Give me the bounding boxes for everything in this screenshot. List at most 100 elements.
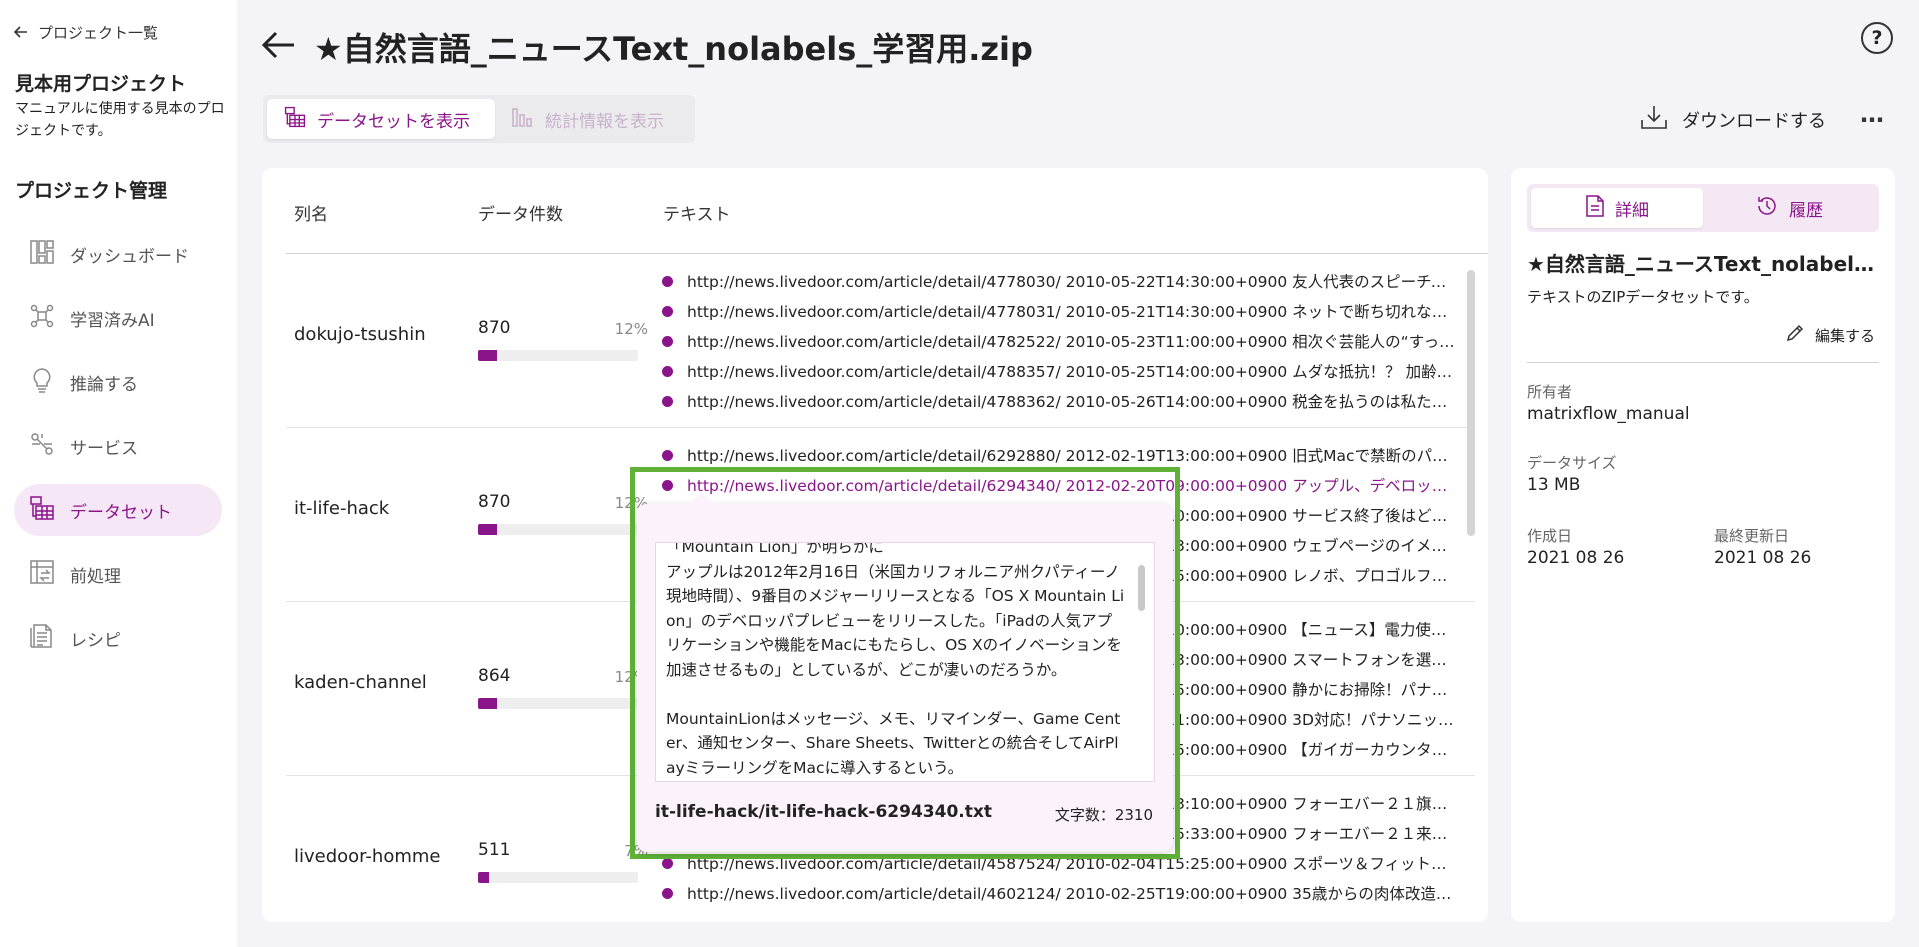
document-icon [1585, 194, 1605, 223]
text-sample-item[interactable]: http://news.livedoor.com/article/detail/… [660, 878, 1460, 908]
row-count: 511 [478, 840, 511, 860]
text-sample: http://news.livedoor.com/article/detail/… [687, 273, 1460, 291]
created-date-value: 2021 08 26 [1527, 548, 1625, 568]
updated-date-value: 2021 08 26 [1714, 548, 1812, 568]
count-bar-fill [478, 872, 490, 883]
row-name: it-life-hack [294, 498, 390, 519]
dashboard-icon [28, 238, 56, 271]
bar-chart-icon [511, 105, 535, 134]
tab-history[interactable]: 履歴 [1703, 188, 1875, 228]
project-management-title: プロジェクト管理 [15, 180, 168, 202]
row-count: 870 [478, 492, 511, 512]
bullet-icon [662, 335, 673, 347]
owner-value: matrixflow_manual [1527, 404, 1690, 424]
sidebar-item-preprocess[interactable]: 前処理 [14, 548, 222, 600]
edit-label: 編集する [1814, 326, 1875, 345]
owner-label: 所有者 [1527, 383, 1573, 401]
show-stats-label: 統計情報を表示 [545, 111, 664, 132]
row-count: 864 [478, 666, 511, 686]
data-size-label: データサイズ [1527, 454, 1617, 472]
history-icon [1755, 194, 1779, 223]
text-sample-item[interactable]: http://news.livedoor.com/article/detail/… [660, 440, 1460, 470]
row-name: kaden-channel [294, 672, 427, 693]
text-sample: http://news.livedoor.com/article/detail/… [687, 447, 1460, 465]
data-size-value: 13 MB [1527, 475, 1581, 495]
sidebar-item-recipe[interactable]: レシピ [14, 612, 222, 664]
service-icon [28, 430, 56, 463]
view-toggle: データセットを表示 統計情報を表示 [263, 95, 695, 143]
bullet-icon [662, 887, 673, 899]
arrow-left-icon [13, 24, 28, 42]
sidebar-item-label: 前処理 [70, 566, 121, 587]
count-bar-fill [478, 698, 498, 709]
bullet-icon [662, 275, 673, 287]
sidebar-item-service[interactable]: サービス [14, 420, 222, 472]
text-sample-item[interactable]: http://news.livedoor.com/article/detail/… [660, 326, 1460, 356]
divider [1527, 362, 1879, 363]
dataset-description: テキストのZIPデータセットです。 [1527, 288, 1759, 306]
download-button[interactable]: ダウンロードする [1640, 104, 1826, 135]
show-stats-button[interactable]: 統計情報を表示 [495, 99, 691, 139]
show-dataset-label: データセットを表示 [317, 111, 470, 132]
popup-file-name: it-life-hack/it-life-hack-6294340.txt [655, 802, 992, 822]
dataset-icon [283, 105, 307, 134]
dataset-name: ★自然言語_ニュースText_nolabels_学習用.zip [1527, 252, 1877, 276]
bullet-icon [662, 449, 673, 461]
preprocess-icon [28, 558, 56, 591]
table-header: 列名 データ件数 テキスト [286, 168, 1488, 254]
row-name: dokujo-tsushin [294, 324, 426, 345]
count-bar-fill [478, 350, 498, 361]
column-header-text: テキスト [663, 205, 731, 225]
sidebar-item-label: サービス [70, 438, 138, 459]
show-dataset-button[interactable]: データセットを表示 [267, 99, 495, 139]
sidebar-item-label: ダッシュボード [70, 246, 189, 267]
page-header: ★自然言語_ニュースText_nolabels_学習用.zip [261, 24, 1033, 70]
text-sample-item[interactable]: http://news.livedoor.com/article/detail/… [660, 386, 1460, 416]
text-sample-item[interactable]: http://news.livedoor.com/article/detail/… [660, 296, 1460, 326]
more-options-icon[interactable]: … [1860, 100, 1885, 128]
back-link-label: プロジェクト一覧 [38, 24, 159, 42]
bullet-icon [662, 857, 673, 869]
sidebar-item-dataset[interactable]: データセット [14, 484, 222, 536]
table-scrollbar[interactable] [1467, 270, 1475, 536]
back-arrow-icon[interactable] [261, 31, 296, 63]
sidebar-item-trained-ai[interactable]: 学習済みAI [14, 292, 222, 344]
text-sample: http://news.livedoor.com/article/detail/… [687, 363, 1460, 381]
back-to-projects-link[interactable]: プロジェクト一覧 [13, 22, 159, 43]
project-name: 見本用プロジェクト [15, 73, 187, 95]
pencil-icon [1785, 323, 1805, 347]
lightbulb-icon [28, 366, 56, 399]
tab-history-label: 履歴 [1789, 200, 1823, 221]
count-bar [478, 872, 638, 883]
text-sample: http://news.livedoor.com/article/detail/… [687, 393, 1460, 411]
sidebar-item-label: 学習済みAI [70, 310, 155, 331]
download-icon [1640, 104, 1668, 135]
text-sample-item[interactable]: http://news.livedoor.com/article/detail/… [660, 356, 1460, 386]
sidebar-item-dashboard[interactable]: ダッシュボード [14, 228, 222, 280]
text-preview-popup: 「Mountain Lion」が明らかに アップルは2012年2月16日（米国カ… [637, 504, 1173, 852]
sidebar-item-label: レシピ [70, 630, 121, 651]
text-sample: http://news.livedoor.com/article/detail/… [687, 303, 1460, 321]
detail-tabs: 詳細 履歴 [1527, 184, 1879, 232]
sidebar: プロジェクト一覧 見本用プロジェクト マニュアルに使用する見本のプロジェクトです… [0, 0, 237, 947]
project-description: マニュアルに使用する見本のプロジェクトです。 [15, 101, 225, 139]
help-icon[interactable]: ? [1861, 22, 1893, 54]
count-bar-fill [478, 524, 498, 535]
tab-detail[interactable]: 詳細 [1531, 188, 1703, 228]
row-percent: 12% [614, 320, 648, 338]
text-list: http://news.livedoor.com/article/detail/… [660, 266, 1460, 416]
sidebar-item-inference[interactable]: 推論する [14, 356, 222, 408]
text-sample-item[interactable]: http://news.livedoor.com/article/detail/… [660, 266, 1460, 296]
row-name: livedoor-homme [294, 846, 441, 867]
popup-text-area[interactable]: 「Mountain Lion」が明らかに アップルは2012年2月16日（米国カ… [655, 542, 1155, 782]
bullet-icon [662, 365, 673, 377]
sidebar-nav: ダッシュボード 学習済みAI 推論する サービス データセット 前処理 レシピ [14, 228, 222, 676]
count-bar [478, 350, 638, 361]
popup-text: 「Mountain Lion」が明らかに アップルは2012年2月16日（米国カ… [666, 542, 1125, 777]
sidebar-item-label: 推論する [70, 374, 138, 395]
edit-button[interactable]: 編集する [1785, 323, 1875, 347]
download-label: ダウンロードする [1682, 110, 1826, 132]
dataset-icon [28, 494, 56, 527]
popup-scrollbar[interactable] [1138, 565, 1145, 611]
popup-arrow [688, 492, 716, 505]
